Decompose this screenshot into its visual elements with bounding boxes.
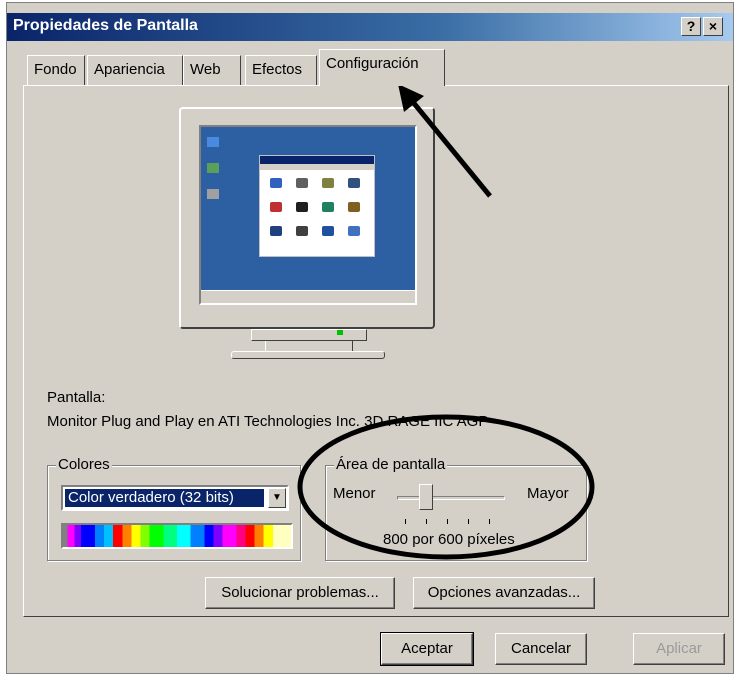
color-depth-value: Color verdadero (32 bits): [65, 489, 264, 507]
network-icon: [207, 163, 219, 173]
slider-tick: [426, 519, 427, 524]
ok-button[interactable]: Aceptar: [380, 632, 474, 666]
color-palette-preview: [61, 523, 293, 549]
slider-min-label: Menor: [333, 485, 376, 502]
resolution-value: 800 por 600 píxeles: [383, 531, 515, 548]
advanced-options-button[interactable]: Opciones avanzadas...: [413, 577, 595, 609]
color-depth-select[interactable]: Color verdadero (32 bits) ▼: [61, 485, 289, 511]
slider-tick: [468, 519, 469, 524]
preview-icon: [322, 226, 334, 236]
title-bar[interactable]: Propiedades de Pantalla ? ×: [7, 13, 733, 41]
preview-taskbar: [201, 290, 415, 303]
preview-icon: [296, 202, 308, 212]
tab-fondo[interactable]: Fondo: [27, 55, 85, 85]
preview-window: [259, 155, 375, 257]
colors-group-label: Colores: [56, 456, 112, 473]
chevron-down-icon[interactable]: ▼: [268, 488, 286, 508]
display-device: Monitor Plug and Play en ATI Technologie…: [47, 413, 489, 430]
preview-icon: [296, 178, 308, 188]
preview-icon: [348, 226, 360, 236]
cancel-button[interactable]: Cancelar: [495, 633, 587, 665]
recycle-bin-icon: [207, 189, 219, 199]
slider-tick: [489, 519, 490, 524]
resolution-slider-thumb[interactable]: [419, 484, 433, 510]
preview-icon: [270, 226, 282, 236]
troubleshoot-button[interactable]: Solucionar problemas...: [205, 577, 395, 609]
tab-apariencia[interactable]: Apariencia: [87, 55, 183, 85]
tab-configuracion[interactable]: Configuración: [319, 49, 445, 86]
preview-icon: [348, 202, 360, 212]
close-button[interactable]: ×: [703, 17, 723, 36]
power-led: [337, 330, 343, 335]
monitor-base: [251, 329, 367, 341]
desktop-preview: [199, 125, 417, 305]
display-properties-window: Propiedades de Pantalla ? × Fondo Aparie…: [6, 2, 734, 674]
screen-area-group-label: Área de pantalla: [334, 456, 448, 473]
preview-icon: [322, 178, 334, 188]
display-label: Pantalla:: [47, 389, 106, 406]
preview-icon: [348, 178, 360, 188]
window-title: Propiedades de Pantalla: [13, 17, 198, 34]
apply-button[interactable]: Aplicar: [633, 633, 725, 665]
preview-icon: [270, 202, 282, 212]
slider-tick: [447, 519, 448, 524]
slider-tick: [405, 519, 406, 524]
monitor-foot: [231, 351, 385, 359]
preview-icon: [322, 202, 334, 212]
slider-max-label: Mayor: [527, 485, 569, 502]
monitor-preview: [179, 107, 435, 329]
tab-efectos[interactable]: Efectos: [245, 55, 317, 85]
resolution-slider-track[interactable]: [397, 496, 505, 500]
preview-icon: [296, 226, 308, 236]
tab-web[interactable]: Web: [183, 55, 241, 85]
my-computer-icon: [207, 137, 219, 147]
help-button[interactable]: ?: [681, 17, 701, 36]
preview-icon: [270, 178, 282, 188]
